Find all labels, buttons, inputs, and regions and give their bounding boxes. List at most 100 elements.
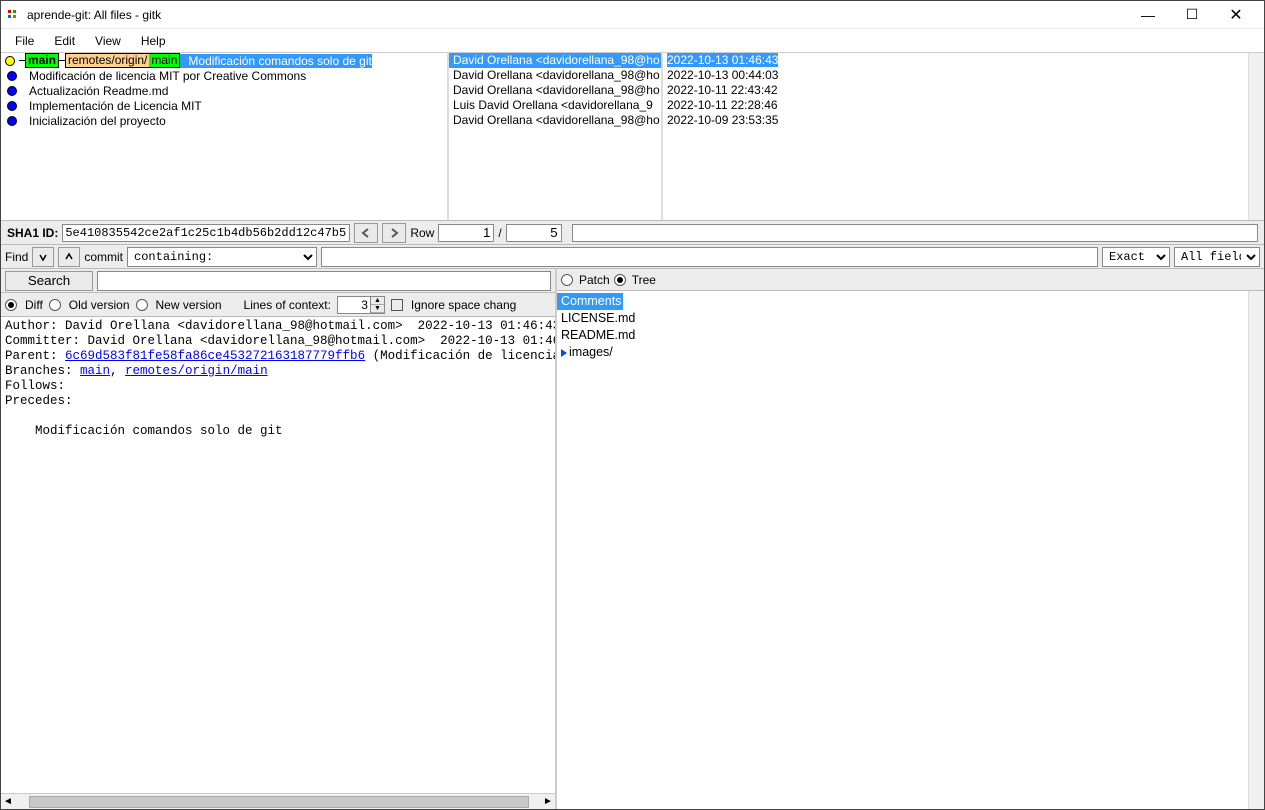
new-version-radio[interactable] bbox=[136, 299, 148, 311]
find-next-button[interactable] bbox=[32, 247, 54, 267]
date-2[interactable]: 2022-10-11 22:43:42 bbox=[663, 83, 1264, 98]
menu-help[interactable]: Help bbox=[131, 32, 176, 50]
menu-bar: File Edit View Help bbox=[1, 29, 1264, 53]
date-pane[interactable]: 2022-10-13 01:46:43 2022-10-13 00:44:03 … bbox=[661, 53, 1264, 220]
row-label: Row bbox=[410, 226, 434, 240]
patch-label: Patch bbox=[579, 273, 610, 287]
lines-context-value[interactable] bbox=[338, 297, 370, 313]
sha-input[interactable] bbox=[62, 224, 350, 242]
lines-context-spinner[interactable]: ▲▼ bbox=[337, 296, 385, 314]
tree-radio[interactable] bbox=[614, 274, 626, 286]
nav-back-button[interactable] bbox=[354, 223, 378, 243]
author-1[interactable]: David Orellana <davidorellana_98@ho bbox=[449, 68, 661, 83]
left-lower-pane: Search Diff Old version New version Line… bbox=[1, 269, 557, 809]
author-3[interactable]: Luis David Orellana <davidorellana_9 bbox=[449, 98, 661, 113]
spin-up-icon[interactable]: ▲ bbox=[371, 297, 384, 305]
find-exact-select[interactable]: Exact bbox=[1102, 247, 1170, 267]
minimize-button[interactable]: — bbox=[1126, 1, 1170, 29]
menu-view[interactable]: View bbox=[85, 32, 131, 50]
scroll-right-icon[interactable]: ► bbox=[541, 796, 555, 807]
author-pane[interactable]: David Orellana <davidorellana_98@ho Davi… bbox=[447, 53, 661, 220]
file-tree-pane[interactable]: Comments LICENSE.md README.md images/ bbox=[557, 291, 1264, 809]
commit-row-1[interactable]: Modificación de licencia MIT por Creativ… bbox=[1, 68, 447, 83]
find-bar: Find commit containing: Exact All fields bbox=[1, 245, 1264, 269]
new-version-label: New version bbox=[156, 298, 222, 312]
date-0[interactable]: 2022-10-13 01:46:43 bbox=[663, 53, 1264, 68]
nav-forward-button[interactable] bbox=[382, 223, 406, 243]
old-version-label: Old version bbox=[69, 298, 130, 312]
find-commit-label: commit bbox=[84, 250, 123, 264]
find-prev-button[interactable] bbox=[58, 247, 80, 267]
find-mode-select[interactable]: containing: bbox=[127, 247, 317, 267]
detail-parent-sha-link[interactable]: 6c69d583f81fe58fa86ce453272163187779ffb6 bbox=[65, 349, 365, 363]
ref-remote-branch[interactable]: main bbox=[149, 54, 179, 67]
commit-row-0[interactable]: main remotes/origin/main Modificación co… bbox=[1, 53, 447, 68]
diff-radio[interactable] bbox=[5, 299, 17, 311]
close-button[interactable]: ✕ bbox=[1214, 1, 1258, 29]
commit-graph-pane[interactable]: main remotes/origin/main Modificación co… bbox=[1, 53, 447, 220]
commit-detail-pane[interactable]: Author: David Orellana <davidorellana_98… bbox=[1, 317, 555, 793]
file-list-scrollbar[interactable] bbox=[1248, 291, 1264, 809]
commit-msg-3[interactable]: Implementación de Licencia MIT bbox=[21, 99, 202, 113]
date-1[interactable]: 2022-10-13 00:44:03 bbox=[663, 68, 1264, 83]
commit-dot-icon bbox=[7, 116, 17, 126]
diff-options-bar: Diff Old version New version Lines of co… bbox=[1, 293, 555, 317]
commit-dot-icon bbox=[7, 101, 17, 111]
ignore-space-checkbox[interactable] bbox=[391, 299, 403, 311]
spin-down-icon[interactable]: ▼ bbox=[371, 305, 384, 313]
maximize-button[interactable]: ☐ bbox=[1170, 1, 1214, 29]
find-fields-select[interactable]: All fields bbox=[1174, 247, 1260, 267]
detail-committer-value: David Orellana <davidorellana_98@hotmail… bbox=[88, 334, 555, 348]
detail-follows: Follows: bbox=[5, 379, 65, 393]
date-3[interactable]: 2022-10-11 22:28:46 bbox=[663, 98, 1264, 113]
detail-branch-main-link[interactable]: main bbox=[80, 364, 110, 378]
search-input[interactable] bbox=[97, 271, 551, 291]
row-total-input[interactable] bbox=[506, 224, 562, 242]
horizontal-scrollbar[interactable]: ◄ ► bbox=[1, 793, 555, 809]
patch-radio[interactable] bbox=[561, 274, 573, 286]
ref-main[interactable]: main bbox=[25, 53, 59, 68]
vertical-scrollbar[interactable] bbox=[1248, 53, 1264, 220]
commit-msg-1[interactable]: Modificación de licencia MIT por Creativ… bbox=[21, 69, 306, 83]
top-search-field[interactable] bbox=[572, 224, 1258, 242]
commit-row-4[interactable]: Inicialización del proyecto bbox=[1, 113, 447, 128]
app-icon bbox=[7, 8, 21, 22]
diff-label: Diff bbox=[25, 298, 43, 312]
menu-edit[interactable]: Edit bbox=[44, 32, 85, 50]
commit-msg-2[interactable]: Actualización Readme.md bbox=[21, 84, 168, 98]
ignore-space-label: Ignore space chang bbox=[411, 298, 516, 312]
sha-bar: SHA1 ID: Row / bbox=[1, 221, 1264, 245]
menu-file[interactable]: File bbox=[5, 32, 44, 50]
old-version-radio[interactable] bbox=[49, 299, 61, 311]
right-lower-pane: Patch Tree Comments LICENSE.md README.md… bbox=[557, 269, 1264, 809]
scroll-thumb[interactable] bbox=[29, 796, 529, 808]
file-comments[interactable]: Comments bbox=[557, 293, 623, 310]
tree-label: Tree bbox=[632, 273, 656, 287]
detail-commit-message: Modificación comandos solo de git bbox=[5, 424, 283, 438]
commit-row-3[interactable]: Implementación de Licencia MIT bbox=[1, 98, 447, 113]
scroll-left-icon[interactable]: ◄ bbox=[1, 796, 15, 807]
ref-remote-prefix[interactable]: remotes/origin/ bbox=[66, 54, 149, 67]
detail-author-value: David Orellana <davidorellana_98@hotmail… bbox=[65, 319, 555, 333]
title-bar: aprende-git: All files - gitk — ☐ ✕ bbox=[1, 1, 1264, 29]
file-readme[interactable]: README.md bbox=[557, 327, 1264, 344]
find-label: Find bbox=[5, 250, 28, 264]
commit-dot-icon bbox=[7, 86, 17, 96]
date-4[interactable]: 2022-10-09 23:53:35 bbox=[663, 113, 1264, 128]
file-license[interactable]: LICENSE.md bbox=[557, 310, 1264, 327]
author-2[interactable]: David Orellana <davidorellana_98@ho bbox=[449, 83, 661, 98]
find-input[interactable] bbox=[321, 247, 1098, 267]
commit-msg-4[interactable]: Inicialización del proyecto bbox=[21, 114, 166, 128]
folder-images[interactable]: images/ bbox=[557, 344, 1264, 361]
row-current-input[interactable] bbox=[438, 224, 494, 242]
commit-list-area: main remotes/origin/main Modificación co… bbox=[1, 53, 1264, 221]
detail-committer-label: Committer: bbox=[5, 334, 88, 348]
author-0[interactable]: David Orellana <davidorellana_98@ho bbox=[449, 53, 661, 68]
commit-row-2[interactable]: Actualización Readme.md bbox=[1, 83, 447, 98]
expand-triangle-icon[interactable] bbox=[561, 349, 567, 357]
sha-label: SHA1 ID: bbox=[7, 226, 58, 240]
detail-branch-remote-link[interactable]: remotes/origin/main bbox=[125, 364, 268, 378]
author-4[interactable]: David Orellana <davidorellana_98@ho bbox=[449, 113, 661, 128]
commit-msg-0[interactable]: Modificación comandos solo de git bbox=[180, 54, 371, 68]
search-button[interactable]: Search bbox=[5, 271, 93, 291]
